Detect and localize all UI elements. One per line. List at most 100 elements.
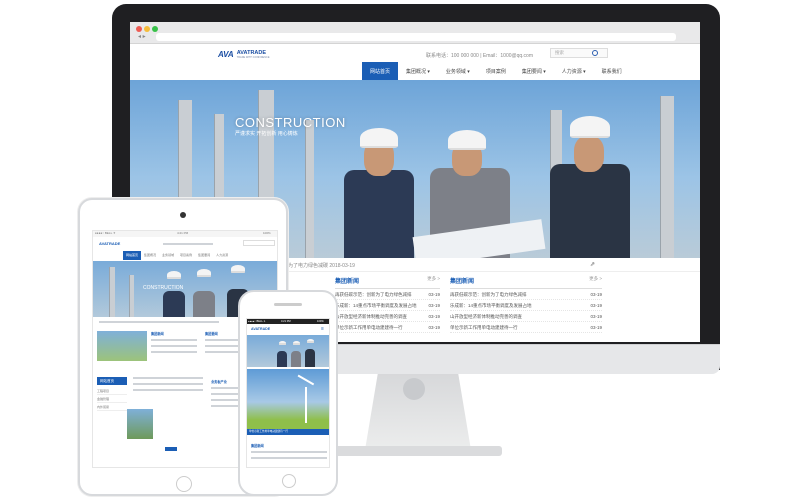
news-item-title: 单位示新工作用单电动建建待一行 bbox=[335, 325, 403, 330]
worker-face bbox=[574, 136, 604, 172]
news-thumbnail[interactable] bbox=[127, 409, 153, 439]
close-dot-icon[interactable] bbox=[136, 26, 142, 32]
news-item-date: 03-19 bbox=[590, 303, 602, 308]
tablet-logo[interactable]: AVATRADE bbox=[99, 241, 120, 246]
hero-subtitle: 严谨求实 开拓创新 用心铸炼 bbox=[235, 131, 298, 137]
news-item[interactable]: 乐成新：14重点市场平衡调度及发展占地 03-19 bbox=[450, 300, 602, 311]
news-item-date: 03-19 bbox=[428, 292, 440, 297]
status-carrier: ●●●●○ BELL ✈ bbox=[248, 319, 266, 323]
search-icon[interactable] bbox=[592, 50, 598, 56]
status-battery: 100% bbox=[317, 319, 324, 323]
nav-item[interactable]: 集团要闻 ▾ bbox=[514, 62, 554, 82]
camera-icon bbox=[180, 212, 186, 218]
more-link[interactable]: 更多 > bbox=[427, 276, 440, 285]
hard-hat-icon bbox=[570, 116, 610, 138]
more-button[interactable] bbox=[165, 447, 177, 451]
news-title: 集团新闻 bbox=[450, 279, 475, 285]
news-item[interactable]: 山开放型经济新体制推动完善的调查 03-19 bbox=[450, 311, 602, 322]
phone-screen: ●●●●○ BELL ✈ 4:21 PM 100% AVATRADE ≡ 单位示… bbox=[246, 318, 330, 468]
site-logo[interactable]: AVA AVATRADE TRADE WITH CONFIDENCE bbox=[218, 50, 269, 59]
news-thumbnail[interactable] bbox=[97, 331, 147, 361]
search-input[interactable]: 搜索 bbox=[550, 48, 608, 58]
status-carrier: ●●●●○ BELL ✈ bbox=[95, 231, 116, 235]
more-link[interactable]: 更多 > bbox=[589, 276, 602, 285]
news-column-right: 集团新闻 更多 > 再获低碳示范：创新为了电力绿色减排 03-19 乐成新：14重点… bbox=[450, 276, 602, 333]
section-title: 业务板产业 bbox=[211, 380, 227, 384]
news-item[interactable]: 山开放型经济新体制推动完善的调查 03-19 bbox=[335, 311, 440, 322]
maximize-dot-icon[interactable] bbox=[152, 26, 158, 32]
phone-frame: ●●●●○ BELL ✈ 4:21 PM 100% AVATRADE ≡ 单位示… bbox=[238, 290, 338, 496]
news-item-date: 03-19 bbox=[428, 325, 440, 330]
home-button[interactable] bbox=[176, 476, 192, 492]
worker-figure bbox=[344, 170, 414, 258]
contact-info: 联系电话：100 000 000 | Email：1000@qq.com bbox=[426, 53, 533, 59]
browser-chrome: ◂ ▸ bbox=[130, 22, 700, 44]
news-item-title: 乐成新：14重点市场平衡调度及发展占地 bbox=[450, 303, 532, 308]
logo-mark: AVA bbox=[218, 50, 234, 59]
status-battery: 100% bbox=[263, 231, 271, 235]
tablet-hero-title: CONSTRUCTION bbox=[143, 285, 184, 291]
nav-item[interactable]: 联系我们 bbox=[594, 62, 630, 82]
menu-icon[interactable]: ≡ bbox=[321, 326, 324, 332]
side-menu-item[interactable]: 内外贸易 bbox=[97, 403, 127, 411]
section-title: 集团新闻 bbox=[251, 444, 264, 448]
phone-hero bbox=[247, 335, 329, 367]
news-title: 集团新闻 bbox=[335, 279, 360, 285]
address-bar[interactable] bbox=[156, 33, 676, 41]
back-arrow-icon[interactable]: ◂ ▸ bbox=[138, 34, 146, 40]
tablet-nav-item[interactable]: 集团要闻 bbox=[195, 251, 213, 260]
section-title: 集团要闻 bbox=[205, 332, 218, 336]
image-caption: 单位示新工作用单电动建建待一行 bbox=[249, 430, 288, 433]
apple-logo-icon bbox=[403, 378, 425, 400]
worker-figure bbox=[550, 164, 630, 258]
news-item-title: 山开放型经济新体制推动完善的调查 bbox=[450, 314, 522, 319]
news-item-date: 03-19 bbox=[590, 292, 602, 297]
notice-text: 为了电力绿色减碳 2018-03-19 bbox=[288, 263, 355, 269]
news-item[interactable]: 再获低碳示范：创新为了电力绿色减排 03-19 bbox=[335, 289, 440, 300]
phone-logo[interactable]: AVATRADE bbox=[251, 327, 270, 331]
logo-tagline: TRADE WITH CONFIDENCE bbox=[236, 56, 270, 59]
hero-title: CONSTRUCTION bbox=[235, 115, 346, 130]
tablet-nav-item[interactable]: 集团概况 bbox=[141, 251, 159, 260]
news-item[interactable]: 单位示新工作用单电动建建待一行 03-19 bbox=[450, 322, 602, 333]
hard-hat-icon bbox=[360, 128, 398, 148]
section-title: 集团新闻 bbox=[151, 332, 164, 336]
main-nav: 网站首页 集团概况 ▾ 业务领域 ▾ 项目案例 集团要闻 ▾ 人力资源 ▾ 联系我们 bbox=[362, 62, 630, 82]
news-list: 再获低碳示范：创新为了电力绿色减排 03-19 乐成新：14重点市场平衡调度及发展占… bbox=[450, 289, 602, 333]
nav-item[interactable]: 项目案例 bbox=[478, 62, 514, 82]
nav-item[interactable]: 网站首页 bbox=[362, 62, 399, 82]
news-item-date: 03-19 bbox=[590, 325, 602, 330]
minimize-dot-icon[interactable] bbox=[144, 26, 150, 32]
monitor-base bbox=[332, 446, 502, 456]
side-menu-item[interactable]: 金融管理 bbox=[97, 395, 127, 403]
news-item-date: 03-19 bbox=[428, 303, 440, 308]
news-item-date: 03-19 bbox=[428, 314, 440, 319]
news-list: 再获低碳示范：创新为了电力绿色减排 03-19 乐成新：14重点市场平衡调度及发展占… bbox=[335, 289, 440, 333]
side-menu-header[interactable]: 网站首页 bbox=[97, 377, 127, 385]
news-item-title: 单位示新工作用单电动建建待一行 bbox=[450, 325, 518, 330]
wind-turbine-image[interactable] bbox=[247, 369, 329, 429]
share-icon[interactable]: ⇗ bbox=[590, 261, 595, 268]
news-item[interactable]: 乐成新：14重点市场平衡调度及发展占地 03-19 bbox=[335, 300, 440, 311]
tablet-nav-item[interactable]: 网站首页 bbox=[123, 251, 142, 260]
tablet-nav: 网站首页 集团概况 业务领域 项目案例 集团要闻 人力资源 bbox=[123, 251, 231, 260]
hard-hat-icon bbox=[448, 130, 486, 150]
news-item[interactable]: 单位示新工作用单电动建建待一行 03-19 bbox=[335, 322, 440, 333]
news-item-title: 乐成新：14重点市场平衡调度及发展占地 bbox=[335, 303, 417, 308]
side-menu-item[interactable]: 工程项目 bbox=[97, 387, 127, 395]
speaker-grille bbox=[274, 303, 302, 306]
tablet-nav-item[interactable]: 项目案例 bbox=[177, 251, 195, 260]
tablet-nav-item[interactable]: 业务领域 bbox=[159, 251, 177, 260]
tablet-nav-item[interactable]: 人力资源 bbox=[213, 251, 231, 260]
search-input[interactable] bbox=[243, 240, 275, 246]
nav-item[interactable]: 业务领域 ▾ bbox=[438, 62, 478, 82]
nav-item[interactable]: 集团概况 ▾ bbox=[398, 62, 438, 82]
status-time: 4:21 PM bbox=[281, 319, 291, 323]
refinery-tower bbox=[660, 96, 674, 258]
status-time: 4:21 PM bbox=[177, 231, 189, 235]
home-button[interactable] bbox=[282, 474, 296, 488]
refinery-tower bbox=[305, 120, 314, 258]
news-item[interactable]: 再获低碳示范：创新为了电力绿色减排 03-19 bbox=[450, 289, 602, 300]
news-item-title: 再获低碳示范：创新为了电力绿色减排 bbox=[450, 292, 527, 297]
nav-item[interactable]: 人力资源 ▾ bbox=[554, 62, 594, 82]
